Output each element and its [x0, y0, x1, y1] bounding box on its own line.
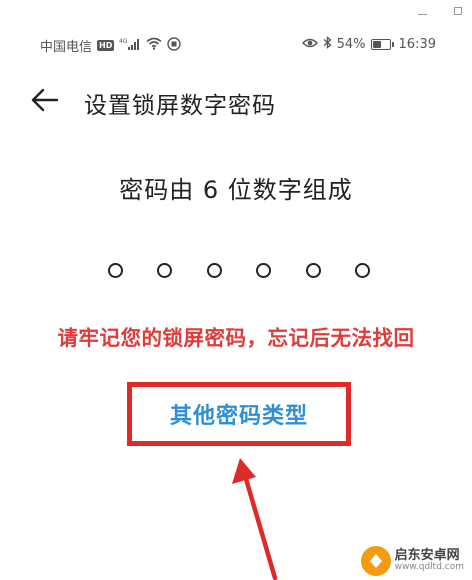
pin-dot — [354, 263, 370, 278]
status-bar-right: 54% 16:39 — [301, 36, 436, 53]
pin-dot — [108, 263, 123, 278]
battery-percent: 54% — [336, 37, 366, 52]
network-type: 4G — [119, 38, 128, 45]
app-notification-icon — [167, 36, 182, 55]
watermark: 启东安卓网 www.qdltd.com — [360, 546, 464, 576]
pin-dot — [305, 263, 321, 278]
pin-dot — [157, 263, 173, 278]
carrier-name: 中国电信 — [40, 40, 93, 55]
pin-prompt: 密码由 6 位数字组成 — [119, 176, 353, 204]
back-button[interactable] — [30, 86, 60, 114]
minimize-icon — [417, 13, 427, 15]
status-bar-left: 中国电信 HD 4G — [40, 36, 182, 55]
warning-annotation: 请牢记您的锁屏密码，忘记后无法找回 — [57, 326, 415, 350]
maximize-icon — [454, 7, 462, 15]
watermark-logo-icon — [360, 546, 391, 576]
maximize-button[interactable] — [450, 4, 466, 18]
battery-fill — [372, 41, 382, 48]
pin-dot — [206, 263, 222, 278]
annotation-arrow — [232, 458, 278, 580]
signal-icon: 4G — [119, 38, 141, 54]
bluetooth-icon — [323, 36, 332, 53]
page-title: 设置锁屏数字密码 — [84, 93, 276, 119]
pin-input[interactable] — [108, 263, 370, 278]
battery-icon — [370, 39, 394, 50]
header: 设置锁屏数字密码 — [0, 80, 472, 120]
hd-badge: HD — [97, 40, 115, 51]
window-controls — [414, 4, 466, 18]
minimize-button[interactable] — [414, 4, 430, 18]
clock: 16:39 — [398, 37, 436, 52]
back-arrow-icon — [31, 88, 59, 112]
wifi-icon — [146, 37, 162, 54]
eye-comfort-icon — [301, 37, 318, 53]
screen: 中国电信 HD 4G 54% 16:39 设置锁屏数字密码 密码由 6 位数字组… — [0, 0, 472, 580]
other-password-types-button[interactable]: 其他密码类型 — [127, 382, 351, 446]
watermark-url: www.qdltd.com — [394, 562, 464, 573]
status-bar: 中国电信 HD 4G 54% 16:39 — [0, 34, 472, 56]
watermark-name: 启东安卓网 — [394, 547, 460, 563]
pin-dot — [256, 263, 272, 278]
